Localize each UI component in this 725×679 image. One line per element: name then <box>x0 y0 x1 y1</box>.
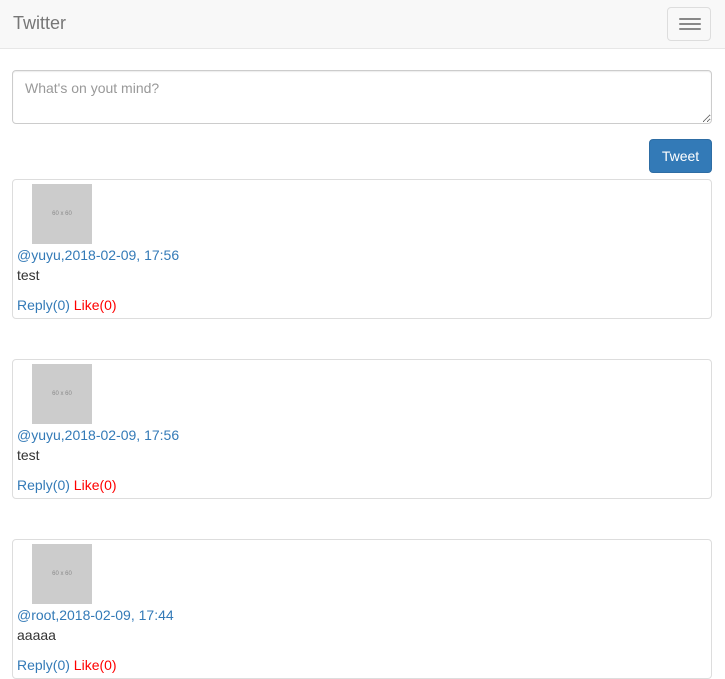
tweet-card: 60 x 60 @yuyu,2018-02-09, 17:56 test Rep… <box>12 179 712 319</box>
menu-bar-line <box>679 23 701 25</box>
tweet-text: test <box>17 267 40 283</box>
tweet-text: aaaaa <box>17 627 56 643</box>
avatar-placeholder: 60 x 60 <box>32 184 92 244</box>
like-link[interactable]: Like(0) <box>74 657 117 673</box>
brand-title[interactable]: Twitter <box>13 13 66 33</box>
menu-bar-line <box>679 18 701 20</box>
tweet-author-timestamp[interactable]: @yuyu,2018-02-09, 17:56 <box>17 427 179 443</box>
tweet-card: 60 x 60 @yuyu,2018-02-09, 17:56 test Rep… <box>12 359 712 499</box>
compose-tweet-input[interactable] <box>12 70 712 124</box>
tweet-card: 60 x 60 @root,2018-02-09, 17:44 aaaaa Re… <box>12 539 712 679</box>
tweet-author-timestamp[interactable]: @yuyu,2018-02-09, 17:56 <box>17 247 179 263</box>
navbar: Twitter <box>0 0 725 49</box>
hamburger-menu-icon[interactable] <box>667 7 711 41</box>
reply-link[interactable]: Reply(0) <box>17 657 70 673</box>
reply-link[interactable]: Reply(0) <box>17 297 70 313</box>
tweet-actions: Reply(0) Like(0) <box>17 657 117 673</box>
avatar-placeholder: 60 x 60 <box>32 364 92 424</box>
reply-link[interactable]: Reply(0) <box>17 477 70 493</box>
tweet-text: test <box>17 447 40 463</box>
tweet-author-timestamp[interactable]: @root,2018-02-09, 17:44 <box>17 607 174 623</box>
like-link[interactable]: Like(0) <box>74 297 117 313</box>
tweet-actions: Reply(0) Like(0) <box>17 477 117 493</box>
tweet-button[interactable]: Tweet <box>649 139 712 173</box>
avatar-placeholder: 60 x 60 <box>32 544 92 604</box>
menu-bar-line <box>679 28 701 30</box>
like-link[interactable]: Like(0) <box>74 477 117 493</box>
tweet-actions: Reply(0) Like(0) <box>17 297 117 313</box>
